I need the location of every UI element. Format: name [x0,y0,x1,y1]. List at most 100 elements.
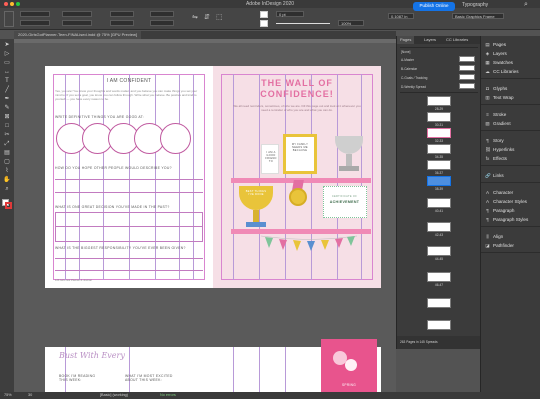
lower-right-page[interactable]: SPRING [213,339,381,392]
dock-item-story[interactable]: ¶ Story [485,136,503,145]
master-thumbnail[interactable] [459,74,475,80]
flip-buttons[interactable]: ⇋ ⇵ ⬚ [190,12,240,26]
scale-x-field[interactable] [110,11,134,17]
stroke-type-select[interactable] [276,23,330,27]
coordinate-field[interactable]: 0.1087 in [388,13,414,19]
right-page[interactable]: THE WALL OF CONFIDENCE! We all need remi… [213,66,381,288]
hand-tool-icon[interactable]: ✋ [3,176,11,184]
left-page[interactable]: I AM CONFIDENT Yes, you are! You know yo… [45,66,213,288]
gradient-tool-icon[interactable]: ▤ [3,149,11,157]
selection-tool-icon[interactable]: ➤ [3,41,11,49]
publish-online-button[interactable]: Publish Online [413,2,455,11]
stroke-weight-field[interactable]: 0 pt [276,11,304,17]
pen-tool-icon[interactable]: ✒ [3,95,11,103]
spread-thumbnail[interactable] [427,246,451,256]
spread-thumbnail-selected[interactable] [427,176,451,186]
lower-left-page[interactable]: Bust With Every BOOK I'M READING THIS WE… [45,347,213,392]
preflight-status[interactable]: No errors [160,392,176,399]
spread-thumbnail[interactable] [427,222,451,232]
eyedropper-tool-icon[interactable]: ⌇ [3,167,11,175]
scissors-tool-icon[interactable]: ✂ [3,131,11,139]
spread-thumbnail[interactable] [427,160,451,170]
master-thumbnail[interactable] [459,83,475,89]
dock-item-stroke[interactable]: ≡ Stroke [485,110,506,119]
reference-point-icon[interactable] [4,11,14,27]
note-tool-icon[interactable]: ▢ [3,158,11,166]
dock-item-character-styles[interactable]: A Character Styles [485,197,527,206]
stroke-color-box[interactable] [5,202,12,209]
dock-item-gradient[interactable]: ▨ Gradient [485,119,510,128]
answer-line[interactable] [55,179,203,180]
master-item[interactable]: D-Weekly Spread [401,85,426,89]
dock-item-align[interactable]: ⫼ Align [485,232,503,241]
answer-line[interactable] [55,270,203,271]
flip-vertical-icon[interactable]: ⇵ [204,13,210,21]
dock-item-pages[interactable]: ▤ Pages [485,40,506,49]
dock-item-character[interactable]: A Character [485,188,513,197]
spread-thumbnail[interactable] [427,112,451,122]
opacity-field[interactable]: 100% [338,20,364,26]
master-thumbnail[interactable] [459,65,475,71]
direct-selection-tool-icon[interactable]: ▷ [3,50,11,58]
certificate[interactable]: CERTIFICATE OF ACHIEVEMENT [323,186,367,218]
rotate-field[interactable] [150,11,174,17]
spread-thumbnail[interactable] [427,298,451,308]
dock-item-glyphs[interactable]: Ω Glyphs [485,84,508,93]
zoom-tool-icon[interactable]: ⌕ [3,185,11,193]
object-style-select[interactable]: Basic Graphics Frame [452,13,504,19]
answer-line[interactable] [55,258,203,259]
zoom-level[interactable]: 75% [4,392,12,399]
dock-item-effects[interactable]: fx Effects [485,154,507,163]
master-none[interactable]: [None] [401,50,410,54]
preflight-profile[interactable]: [Basic] (working) [100,392,128,399]
spread-thumbnail[interactable] [427,128,451,138]
dock-item-cc-libraries[interactable]: ☁ CC Libraries [485,67,518,76]
answer-line[interactable] [55,192,203,193]
document-tab[interactable]: 2020-GirlsGotPlanner-Teen-FINALised.indd… [14,31,141,39]
spread-thumbnail[interactable] [427,272,451,282]
pencil-tool-icon[interactable]: ✎ [3,104,11,112]
line-tool-icon[interactable]: ╱ [3,86,11,94]
dock-item-paragraph[interactable]: ¶ Paragraph [485,206,514,215]
rectangle-frame-tool-icon[interactable]: ⊠ [3,113,11,121]
type-tool-icon[interactable]: T [3,77,11,85]
dock-item-pathfinder[interactable]: ◪ Pathfinder [485,241,514,250]
master-item[interactable]: B-Calendar [401,67,417,71]
document-canvas[interactable]: I AM CONFIDENT Yes, you are! You know yo… [14,39,396,392]
gap-tool-icon[interactable]: ↔ [3,68,11,76]
master-thumbnail[interactable] [459,56,475,62]
fill-swatch[interactable] [260,11,268,18]
y-field[interactable] [20,20,50,26]
award-plaque[interactable]: I AM A GOOD FRIEND TO [261,144,279,174]
page-tool-icon[interactable]: ▭ [3,59,11,67]
tab-cc-libraries[interactable]: CC Libraries [443,36,471,44]
scale-y-field[interactable] [110,20,134,26]
x-field[interactable] [20,11,50,17]
page-number[interactable]: 30 [28,392,32,399]
tab-pages[interactable]: Pages [397,36,415,44]
dock-item-paragraph-styles[interactable]: ¶ Paragraph Styles [485,215,528,224]
free-transform-tool-icon[interactable]: ⤢ [3,140,11,148]
rectangle-tool-icon[interactable]: □ [3,122,11,130]
width-field[interactable] [62,11,92,17]
dock-item-layers[interactable]: ◈ Layers [485,49,507,58]
gold-frame[interactable]: MY FAMILY NEEDS ME BECAUSE [283,134,317,174]
dock-item-swatches[interactable]: ▦ Swatches [485,58,513,67]
flip-horizontal-icon[interactable]: ⇋ [192,13,198,21]
select-container-icon[interactable]: ⬚ [216,13,223,21]
master-item[interactable]: C-Goals / Tracking [401,76,427,80]
dock-item-links[interactable]: 🔗 Links [485,171,504,180]
strength-circle[interactable] [160,123,191,154]
spread-thumbnail[interactable] [427,320,451,330]
answer-box[interactable] [55,212,203,242]
height-field[interactable] [62,20,92,26]
workspace-switcher[interactable]: Typography [462,2,488,8]
answer-line[interactable] [55,226,203,227]
shear-field[interactable] [150,20,174,26]
floral-card[interactable]: SPRING [321,339,377,392]
spread-thumbnail[interactable] [427,96,451,106]
dock-item-hyperlinks[interactable]: ⛓ Hyperlinks [485,145,514,154]
stroke-swatch[interactable] [260,20,268,27]
spread-thumbnail[interactable] [427,198,451,208]
tab-layers[interactable]: Layers [421,36,439,44]
